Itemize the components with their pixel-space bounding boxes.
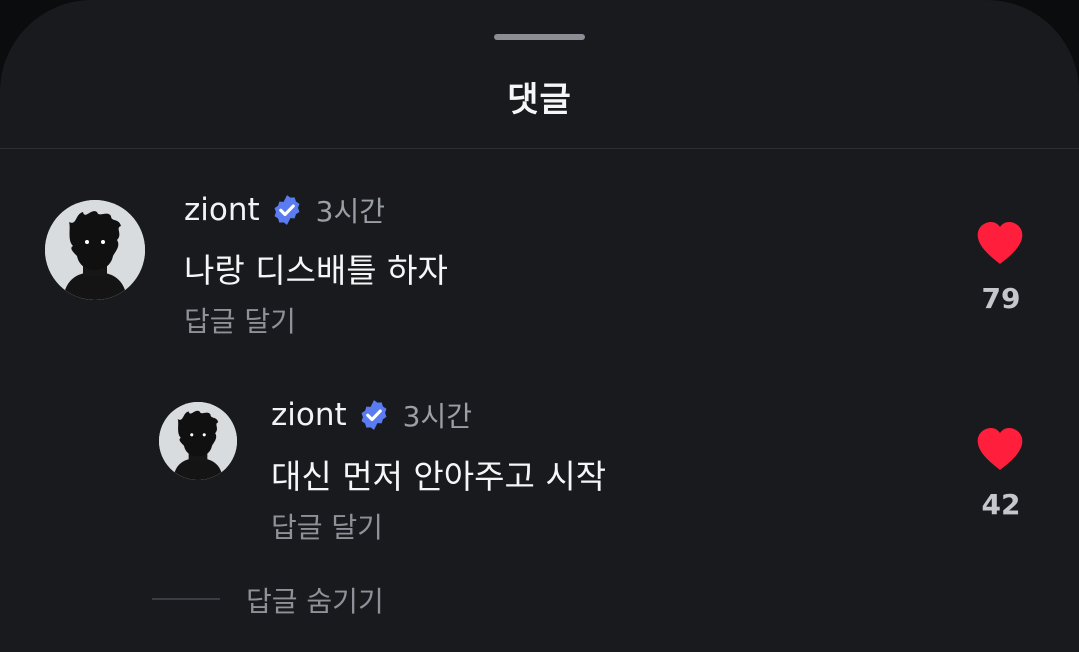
sheet-title: 댓글 <box>507 80 572 120</box>
hide-replies-button[interactable]: 답글 숨기기 <box>246 580 384 620</box>
like-count: 79 <box>981 282 1021 315</box>
avatar[interactable] <box>159 402 237 480</box>
reply-username[interactable]: ziont <box>271 397 347 433</box>
avatar-image <box>45 200 145 300</box>
verified-badge-icon <box>361 400 387 430</box>
hide-replies-line <box>152 598 220 600</box>
comments-sheet: 댓글 ziont 3시간 나랑 디스배틀 하자 답글 달기 79 ziont 3… <box>0 0 1079 652</box>
comment-time: 3시간 <box>315 195 385 228</box>
heart-icon[interactable] <box>976 222 1024 266</box>
reply-time: 3시간 <box>402 400 472 433</box>
avatar[interactable] <box>45 200 145 300</box>
like-count: 42 <box>981 488 1021 521</box>
avatar-image <box>159 402 237 480</box>
header-divider <box>0 148 1079 149</box>
reply-text: 대신 먼저 안아주고 시작 <box>271 457 607 496</box>
drag-handle[interactable] <box>494 34 585 40</box>
comment-username[interactable]: ziont <box>184 192 260 228</box>
reply-button[interactable]: 답글 달기 <box>271 506 383 546</box>
verified-badge-icon <box>274 195 300 225</box>
heart-icon[interactable] <box>976 428 1024 472</box>
comment-text: 나랑 디스배틀 하자 <box>184 251 448 290</box>
reply-button[interactable]: 답글 달기 <box>184 300 296 340</box>
